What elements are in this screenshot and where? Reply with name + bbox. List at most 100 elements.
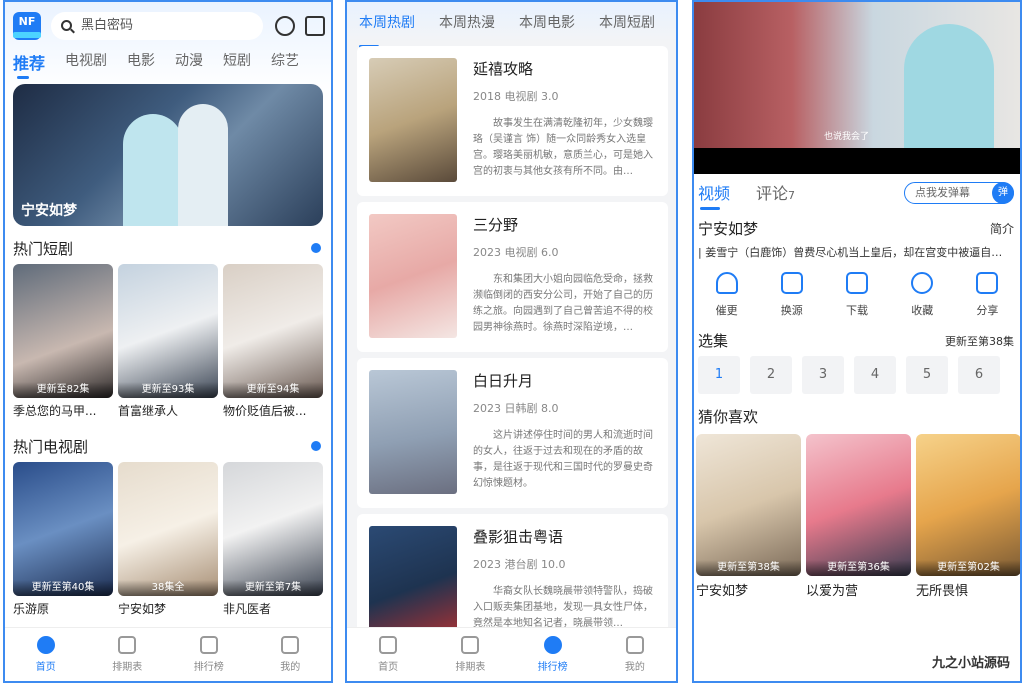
poster-image: 更新至第38集 (696, 434, 801, 576)
share-button[interactable]: 分享 (955, 272, 1020, 318)
recommend-title: 猜你喜欢 (698, 408, 759, 426)
nav-label: 排期表 (112, 662, 143, 673)
category-tabs: 推荐 电视剧 电影 动漫 短剧 综艺 (13, 50, 323, 79)
nav-label: 排行榜 (537, 662, 568, 673)
hero-figure (178, 104, 228, 226)
danmu-toggle-button[interactable]: 弹 (992, 182, 1014, 204)
list-item[interactable]: 更新至94集 物价贬值后被... (223, 264, 323, 419)
action-label: 收藏 (911, 304, 934, 317)
nav-label: 排期表 (455, 662, 486, 673)
tab-week-anime[interactable]: 本周热漫 (439, 12, 495, 42)
search-icon (61, 20, 72, 31)
poster-image: 更新至82集 (13, 264, 113, 398)
heart-icon (911, 272, 934, 294)
video-player[interactable]: 也说我会了 (694, 2, 1020, 174)
tab-tv[interactable]: 电视剧 (65, 50, 107, 74)
urge-button[interactable]: 催更 (694, 272, 759, 318)
poster-image: 更新至第40集 (13, 462, 113, 596)
download-button[interactable]: 下载 (824, 272, 889, 318)
drama-title: 宁安如梦 (698, 220, 759, 238)
episode-badge: 更新至第40集 (13, 580, 113, 596)
poster-image (369, 214, 457, 338)
tab-movie[interactable]: 电影 (127, 50, 155, 74)
list-item[interactable]: 更新至第7集 非凡医者 (223, 462, 323, 617)
tab-video[interactable]: 视频 (698, 180, 730, 210)
episode-button[interactable]: 5 (906, 356, 948, 394)
poster-image: 更新至第36集 (806, 434, 911, 576)
nav-label: 我的 (624, 662, 645, 673)
player-control-bar[interactable] (694, 148, 1020, 174)
episode-button[interactable]: 3 (802, 356, 844, 394)
nav-schedule[interactable]: 排期表 (429, 628, 511, 681)
favorite-button[interactable]: 收藏 (890, 272, 955, 318)
tab-week-drama[interactable]: 本周热剧 (359, 12, 415, 48)
detail-screen: 也说我会了 视频 评论7 点我发弹幕 弹 宁安如梦 简介 | 姜雪宁（白鹿饰）曾… (692, 0, 1022, 683)
more-arrow-icon[interactable] (311, 441, 321, 451)
list-item[interactable]: 更新至第02集 无所畏惧 (916, 434, 1020, 599)
episode-button[interactable]: 2 (750, 356, 792, 394)
nav-ranking[interactable]: 排行榜 (512, 628, 594, 681)
item-title: 白日升月 (473, 372, 534, 390)
list-item[interactable]: 更新至第36集 以爱为营 (806, 434, 911, 599)
episode-button[interactable]: 1 (698, 356, 740, 394)
item-meta: 2018 电视剧 3.0 (473, 90, 559, 103)
episode-badge: 更新至82集 (13, 382, 113, 398)
list-item[interactable]: 更新至第38集 宁安如梦 (696, 434, 801, 599)
tab-comment[interactable]: 评论7 (756, 180, 795, 204)
tab-variety[interactable]: 综艺 (271, 50, 299, 74)
episode-list: 1 2 3 4 5 6 (698, 356, 1000, 394)
tab-anime[interactable]: 动漫 (175, 50, 203, 74)
nav-label: 首页 (35, 662, 56, 673)
tab-week-movie[interactable]: 本周电影 (519, 12, 575, 42)
video-frame-figure (904, 24, 994, 152)
episode-badge: 更新至第38集 (696, 560, 801, 576)
nav-schedule[interactable]: 排期表 (87, 628, 169, 681)
nav-home[interactable]: 首页 (5, 628, 87, 681)
history-icon[interactable] (275, 16, 295, 36)
app-logo: NF (13, 12, 41, 40)
intro-link[interactable]: 简介 (990, 220, 1014, 237)
tab-comment-label: 评论 (756, 184, 789, 203)
episode-badge: 更新至第36集 (806, 560, 911, 576)
episode-button[interactable]: 6 (958, 356, 1000, 394)
action-label: 催更 (715, 304, 738, 317)
subtitle-caption: 也说我会了 (824, 132, 870, 142)
item-desc: 这片讲述停住时间的男人和流逝时间的女人，往返于过去和现在的矛盾的故事，是往返于现… (473, 430, 653, 489)
tab-recommend[interactable]: 推荐 (13, 50, 45, 79)
nav-label: 我的 (280, 662, 301, 673)
watermark: 九之小站源码 (931, 656, 1010, 671)
nav-ranking[interactable]: 排行榜 (168, 628, 250, 681)
ranking-item[interactable]: 三分野 2023 电视剧 6.0 东和集团大小姐向园临危受命，拯救濒临倒闭的西安… (357, 202, 668, 352)
episode-button[interactable]: 4 (854, 356, 896, 394)
nav-home[interactable]: 首页 (347, 628, 429, 681)
comment-count: 7 (788, 189, 796, 202)
ranking-icon (199, 636, 218, 654)
switch-source-button[interactable]: 换源 (759, 272, 824, 318)
bottom-nav: 首页 排期表 排行榜 我的 (347, 627, 676, 681)
poster-image (369, 370, 457, 494)
list-item[interactable]: 更新至第40集 乐游原 (13, 462, 113, 617)
action-bar: 催更 换源 下载 收藏 分享 (694, 272, 1020, 318)
home-icon (379, 636, 398, 654)
hero-banner[interactable]: 宁安如梦 (13, 84, 323, 226)
list-item[interactable]: 38集全 宁安如梦 (118, 462, 218, 617)
list-item[interactable]: 更新至93集 首富继承人 (118, 264, 218, 419)
ranking-item[interactable]: 白日升月 2023 日韩剧 8.0 这片讲述停住时间的男人和流逝时间的女人，往返… (357, 358, 668, 508)
tab-week-short[interactable]: 本周短剧 (599, 12, 655, 42)
item-title: 延禧攻略 (473, 60, 534, 78)
danmu-input[interactable]: 点我发弹幕 弹 (904, 182, 1014, 204)
nav-mine[interactable]: 我的 (250, 628, 332, 681)
ranking-item[interactable]: 延禧攻略 2018 电视剧 3.0 故事发生在满清乾隆初年，少女魏璎珞（吴谨言 … (357, 46, 668, 196)
nav-mine[interactable]: 我的 (594, 628, 676, 681)
home-screen: NF 黑白密码 推荐 电视剧 电影 动漫 短剧 综艺 宁安如梦 热门短剧 更新至… (3, 0, 333, 683)
poster-image: 更新至93集 (118, 264, 218, 398)
list-item[interactable]: 更新至82集 季总您的马甲... (13, 264, 113, 419)
episodes-more[interactable]: 更新至第38集 (945, 333, 1014, 349)
tab-short[interactable]: 短剧 (223, 50, 251, 74)
more-arrow-icon[interactable] (311, 243, 321, 253)
download-icon[interactable] (305, 16, 325, 36)
ranking-icon (543, 636, 562, 654)
search-input[interactable]: 黑白密码 (51, 12, 263, 40)
poster-image: 38集全 (118, 462, 218, 596)
item-meta: 2023 港台剧 10.0 (473, 558, 566, 571)
